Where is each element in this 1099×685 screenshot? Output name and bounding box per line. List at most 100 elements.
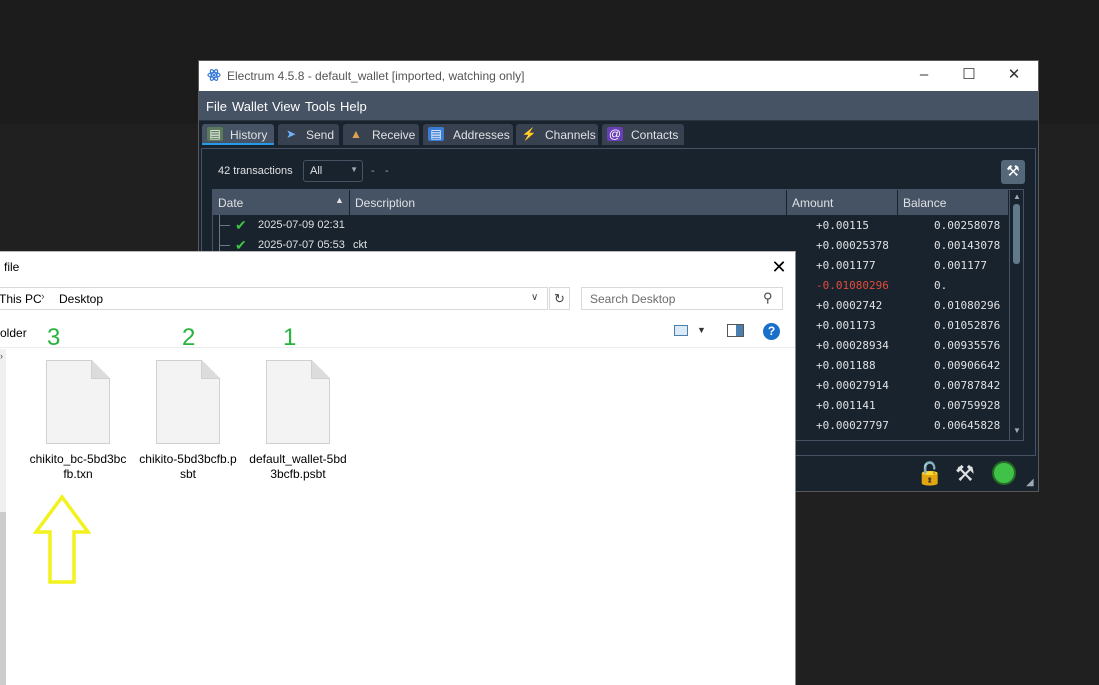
row-balance: 0.00143078 bbox=[934, 239, 1001, 252]
document-icon bbox=[46, 360, 110, 444]
navigation-scroll-thumb[interactable] bbox=[0, 512, 6, 685]
help-icon[interactable]: ? bbox=[763, 323, 780, 340]
row-balance: 0.01080296 bbox=[934, 299, 1001, 312]
navigation-pane[interactable]: › bbox=[0, 349, 6, 685]
row-amount: -0.01080296 bbox=[816, 279, 889, 292]
refresh-icon: ↻ bbox=[554, 291, 565, 306]
breadcrumb-this-pc[interactable]: This PC bbox=[0, 292, 42, 306]
row-date: 2025-07-09 02:31 bbox=[258, 219, 345, 231]
document-icon bbox=[156, 360, 220, 444]
preview-pane-icon[interactable] bbox=[727, 324, 744, 337]
tools-icon: ⚒ bbox=[1006, 163, 1020, 180]
row-amount: +0.001177 bbox=[816, 259, 876, 272]
table-row[interactable]: ✔ 2025-07-09 02:31 +0.00115 0.00258078 bbox=[213, 215, 1009, 235]
minimize-button[interactable]: – bbox=[902, 63, 946, 89]
breadcrumb-desktop[interactable]: Desktop bbox=[59, 292, 103, 306]
file-name: chikito_bc-5bd3bcfb.txn bbox=[29, 452, 127, 481]
scroll-thumb[interactable] bbox=[1013, 204, 1020, 264]
tree-line bbox=[219, 215, 231, 235]
new-folder-button[interactable]: older bbox=[0, 326, 27, 340]
chevron-down-icon: ▼ bbox=[350, 165, 358, 174]
file-item[interactable]: chikito-5bd3bcfb.psbt bbox=[138, 360, 238, 482]
column-date[interactable]: Date ▲ bbox=[213, 190, 350, 215]
transaction-count: 42 transactions bbox=[218, 165, 293, 177]
row-amount: +0.001173 bbox=[816, 319, 876, 332]
tab-channels[interactable]: ⚡ Channels bbox=[516, 124, 598, 145]
row-balance: 0.01052876 bbox=[934, 319, 1001, 332]
row-balance: 0.00258078 bbox=[934, 219, 1001, 232]
row-amount: +0.00027914 bbox=[816, 379, 889, 392]
table-header: Date ▲ Description Amount Balance bbox=[213, 190, 1009, 215]
annotation-label-3: 3 bbox=[47, 324, 61, 351]
view-dropdown-icon[interactable]: ▼ bbox=[697, 325, 706, 335]
tab-receive-label: Receive bbox=[372, 128, 416, 142]
tab-send-label: Send bbox=[306, 128, 335, 142]
confirmed-check-icon: ✔ bbox=[235, 217, 247, 233]
tab-contacts[interactable]: @ Contacts bbox=[602, 124, 684, 145]
address-bar[interactable]: This PC › Desktop ∨ bbox=[0, 287, 548, 310]
search-icon: ⚲ bbox=[763, 290, 773, 305]
row-balance: 0.00935576 bbox=[934, 339, 1001, 352]
document-icon bbox=[266, 360, 330, 444]
network-status-icon[interactable] bbox=[992, 461, 1016, 485]
menu-file[interactable]: File bbox=[206, 99, 227, 114]
row-date: 2025-07-07 05:53 bbox=[258, 239, 345, 251]
scroll-down-icon[interactable]: ▼ bbox=[1013, 426, 1021, 435]
lock-icon[interactable]: 🔓 bbox=[916, 461, 943, 487]
column-date-label: Date bbox=[218, 196, 244, 210]
tab-history-label: History bbox=[230, 128, 268, 142]
history-tools-button[interactable]: ⚒ bbox=[1001, 160, 1025, 184]
row-amount: +0.0002742 bbox=[816, 299, 883, 312]
resize-grip-icon[interactable]: ◢ bbox=[1026, 477, 1034, 488]
file-dialog: file ✕ This PC › Desktop ∨ ↻ Search Desk… bbox=[0, 251, 796, 685]
date-to[interactable]: - bbox=[385, 165, 389, 177]
search-placeholder: Search Desktop bbox=[590, 292, 676, 306]
file-name: chikito-5bd3bcfb.psbt bbox=[139, 452, 237, 481]
electrum-titlebar[interactable]: Electrum 4.5.8 - default_wallet [importe… bbox=[199, 61, 1038, 91]
row-balance: 0.00787842 bbox=[934, 379, 1001, 392]
column-description[interactable]: Description bbox=[350, 190, 787, 215]
tab-send[interactable]: ➤ Send bbox=[278, 124, 339, 145]
table-scrollbar[interactable]: ▲ ▼ bbox=[1009, 190, 1023, 440]
tab-bar: ▤ History ➤ Send ▲ Receive ▤ Addresses ⚡… bbox=[199, 121, 1038, 148]
up-arrow-annotation-icon bbox=[33, 494, 91, 584]
receive-icon: ▲ bbox=[350, 127, 362, 141]
lightning-icon: ⚡ bbox=[521, 127, 537, 141]
tab-contacts-label: Contacts bbox=[631, 128, 679, 142]
history-icon: ▤ bbox=[207, 127, 223, 141]
row-balance: 0.00645828 bbox=[934, 419, 1001, 432]
close-button[interactable]: ✕ bbox=[992, 63, 1036, 89]
annotation-label-2: 2 bbox=[182, 324, 196, 351]
history-filter-select[interactable]: All ▼ bbox=[303, 160, 363, 182]
row-amount: +0.00115 bbox=[816, 219, 869, 232]
column-balance[interactable]: Balance bbox=[898, 190, 1009, 215]
preferences-tools-icon[interactable]: ⚒ bbox=[955, 461, 975, 487]
maximize-button[interactable]: ☐ bbox=[947, 63, 991, 89]
menu-help[interactable]: Help bbox=[340, 99, 367, 114]
view-options-icon[interactable] bbox=[674, 325, 688, 336]
breadcrumb-separator-icon: › bbox=[41, 291, 45, 303]
tab-addresses[interactable]: ▤ Addresses bbox=[423, 124, 513, 145]
tab-history[interactable]: ▤ History bbox=[202, 124, 274, 145]
column-amount[interactable]: Amount bbox=[787, 190, 898, 215]
dialog-title: file bbox=[4, 260, 20, 274]
row-amount: +0.001188 bbox=[816, 359, 876, 372]
row-balance: 0.00906642 bbox=[934, 359, 1001, 372]
column-description-label: Description bbox=[355, 196, 416, 210]
scroll-up-icon[interactable]: ▲ bbox=[1013, 192, 1021, 201]
expand-icon[interactable]: › bbox=[0, 351, 3, 361]
dialog-toolbar: older ▼ ? bbox=[0, 318, 795, 348]
search-input[interactable]: Search Desktop ⚲ bbox=[581, 287, 783, 310]
tab-receive[interactable]: ▲ Receive bbox=[343, 124, 419, 145]
menu-wallet[interactable]: Wallet bbox=[232, 99, 268, 114]
file-item[interactable]: default_wallet-5bd3bcfb.psbt bbox=[248, 360, 348, 482]
dialog-close-button[interactable]: ✕ bbox=[762, 254, 796, 280]
addresses-icon: ▤ bbox=[428, 127, 444, 141]
menu-view[interactable]: View bbox=[272, 99, 300, 114]
date-from[interactable]: - bbox=[371, 165, 375, 177]
file-item[interactable]: chikito_bc-5bd3bcfb.txn bbox=[28, 360, 128, 482]
address-dropdown-icon[interactable]: ∨ bbox=[531, 292, 538, 303]
menu-tools[interactable]: Tools bbox=[305, 99, 335, 114]
row-balance: 0.00759928 bbox=[934, 399, 1001, 412]
refresh-button[interactable]: ↻ bbox=[549, 287, 570, 310]
